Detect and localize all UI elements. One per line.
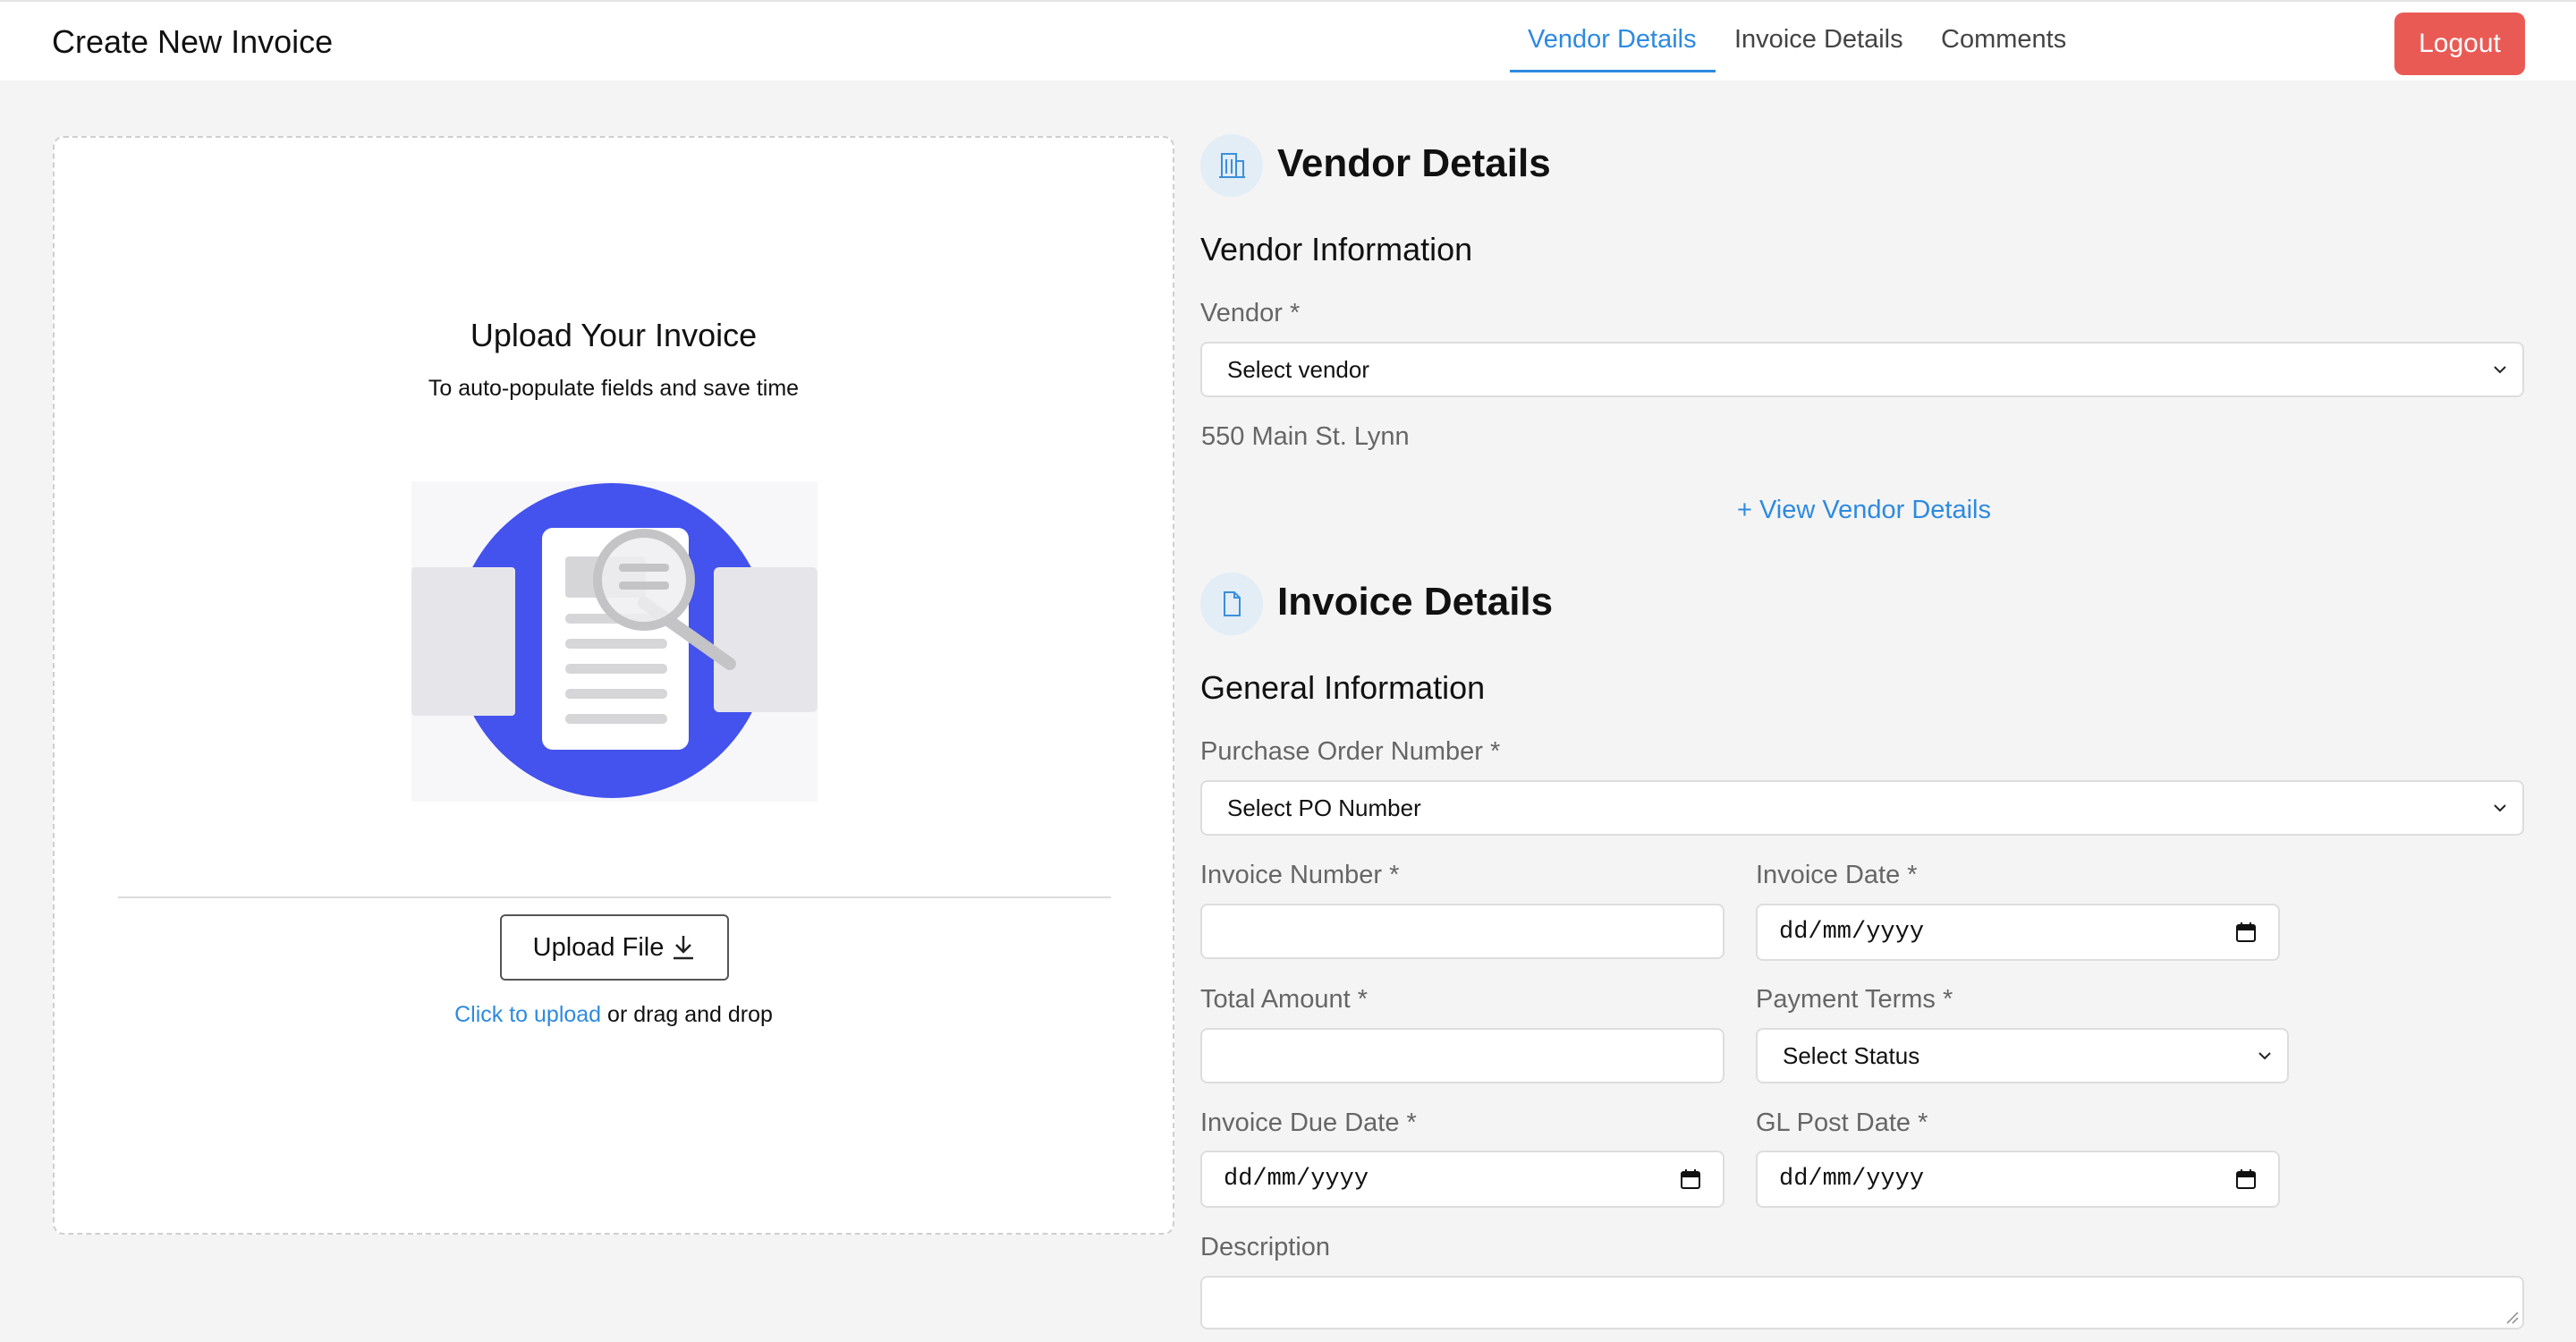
vendor-address: 550 Main St. Lynn [1201,422,1410,451]
top-navigation-bar: Create New Invoice Vendor Details Invoic… [0,0,2576,81]
vendor-select[interactable]: Select vendor [1200,342,2524,397]
gl-post-date-input[interactable]: dd/mm/yyyy [1756,1151,2280,1208]
document-icon [1224,591,1241,616]
payment-terms-select-value: Select Status [1783,1041,1920,1069]
upload-hint: Click to upload or drag and drop [55,1002,1173,1028]
invoice-number-label: Invoice Number * [1200,861,1400,889]
view-vendor-details-link[interactable]: + View Vendor Details [1737,496,1991,525]
click-to-upload-link[interactable]: Click to upload [454,1002,601,1027]
upload-title: Upload Your Invoice [470,317,758,353]
tab-vendor-details[interactable]: Vendor Details [1528,25,1697,55]
calendar-icon[interactable] [2235,1168,2257,1190]
total-amount-label: Total Amount * [1200,985,1368,1014]
gl-post-date-value: dd/mm/yyyy [1779,1166,1925,1193]
tab-comments[interactable]: Comments [1941,25,2066,55]
description-label: Description [1200,1233,1331,1261]
vendor-section-title: Vendor Details [1277,141,1551,185]
vendor-label: Vendor * [1200,299,1301,327]
gl-post-date-label: GL Post Date * [1756,1108,1928,1137]
total-amount-input[interactable] [1200,1028,1724,1083]
resize-handle-icon[interactable] [2504,1310,2519,1324]
vendor-select-value: Select vendor [1227,355,1369,383]
description-textarea[interactable] [1200,1276,2524,1329]
chevron-down-icon [2258,1052,2271,1060]
upload-file-label: Upload File [532,932,665,962]
upload-subtitle: To auto-populate fields and save time [428,376,800,401]
invoice-section-icon [1200,573,1263,635]
document-search-illustration [411,481,818,802]
active-tab-indicator [1510,70,1716,72]
invoice-date-value: dd/mm/yyyy [1779,919,1925,946]
chevron-down-icon [2494,804,2506,812]
logout-button[interactable]: Logout [2394,13,2525,75]
invoice-date-input[interactable]: dd/mm/yyyy [1756,904,2280,961]
calendar-icon[interactable] [1680,1168,1701,1190]
po-number-select[interactable]: Select PO Number [1200,780,2524,836]
tab-invoice-details[interactable]: Invoice Details [1734,25,1903,55]
invoice-date-label: Invoice Date * [1756,861,1918,889]
payment-terms-select[interactable]: Select Status [1756,1028,2289,1083]
upload-divider [118,896,1111,898]
po-number-select-value: Select PO Number [1227,794,1421,821]
payment-terms-label: Payment Terms * [1756,985,1953,1014]
po-number-label: Purchase Order Number * [1200,737,1501,766]
vendor-information-heading: Vendor Information [1200,231,1473,268]
vendor-section-icon [1200,134,1263,197]
upload-file-button[interactable]: Upload File [500,914,729,981]
invoice-due-date-label: Invoice Due Date * [1200,1108,1417,1137]
invoice-upload-dropzone[interactable]: Upload Your Invoice To auto-populate fie… [53,136,1174,1235]
page-title: Create New Invoice [52,23,334,60]
general-information-heading: General Information [1200,669,1486,706]
chevron-down-icon [2494,366,2506,374]
invoice-due-date-value: dd/mm/yyyy [1224,1166,1369,1193]
invoice-number-input[interactable] [1200,904,1724,959]
download-icon [674,936,694,960]
building-icon [1219,153,1245,178]
drag-drop-text: or drag and drop [601,1002,773,1027]
invoice-section-title: Invoice Details [1277,580,1554,624]
invoice-due-date-input[interactable]: dd/mm/yyyy [1200,1151,1724,1208]
calendar-icon[interactable] [2235,922,2257,943]
